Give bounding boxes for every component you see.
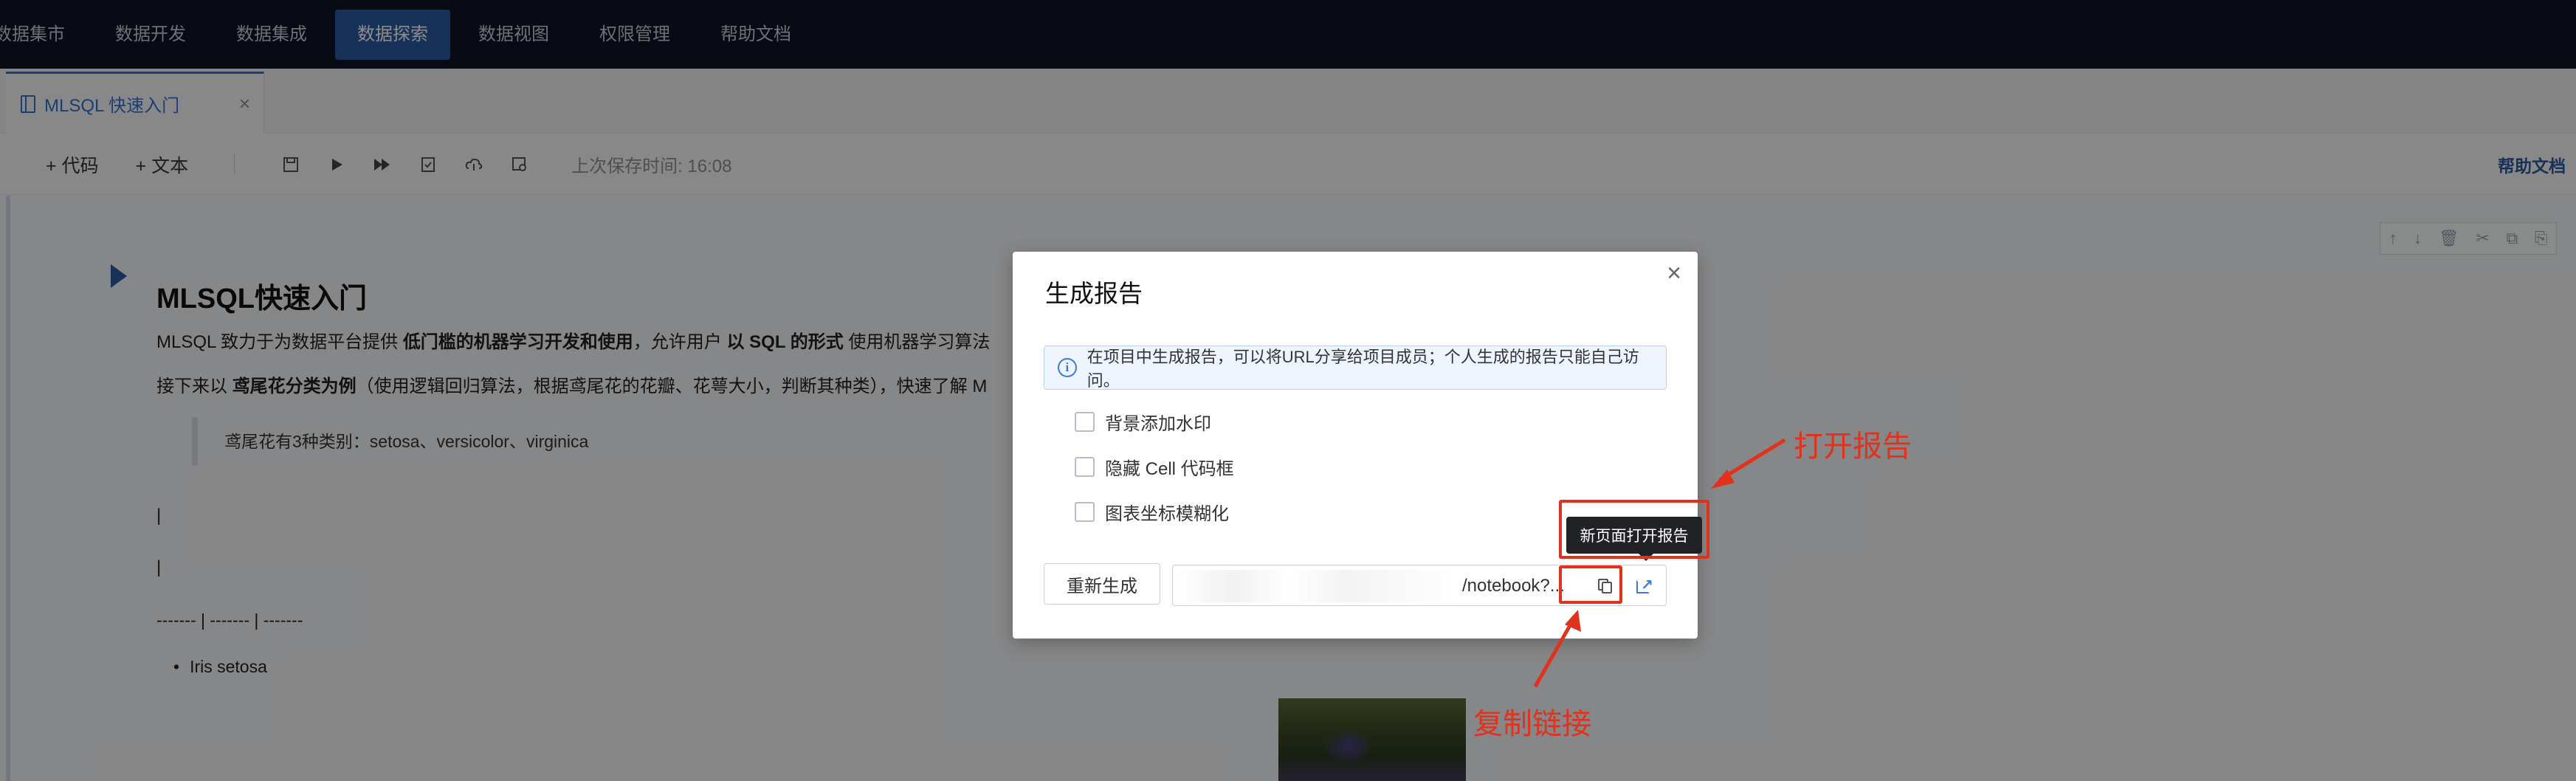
annotation-copy-link: 复制链接 (1473, 708, 1591, 740)
annotation-arrows (1533, 438, 1786, 688)
annotation-open-report: 打开报告 (1794, 430, 1912, 463)
